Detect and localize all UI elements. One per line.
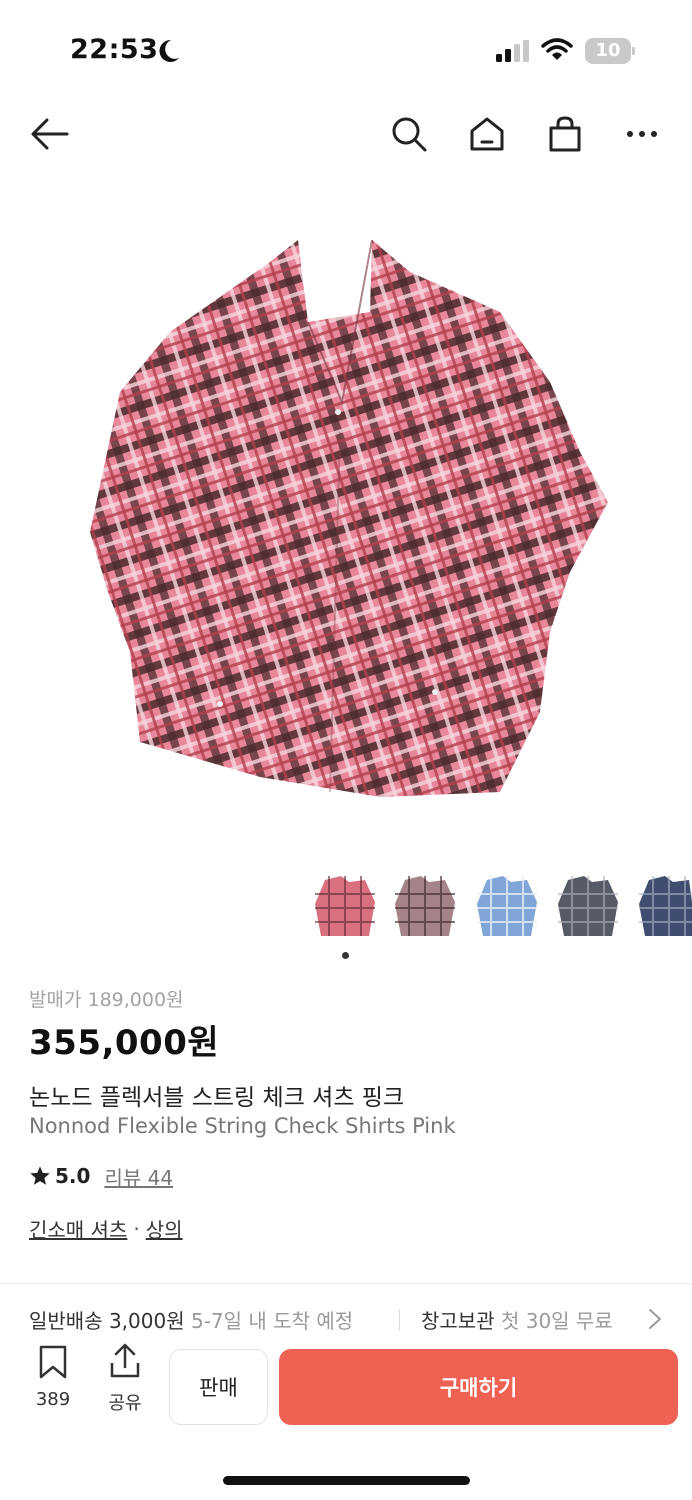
review-count-link[interactable]: 리뷰 44	[104, 1162, 173, 1191]
home-button[interactable]	[465, 112, 509, 156]
product-name-korean: 논노드 플렉서블 스트링 체크 셔츠 핑크	[29, 1085, 405, 1111]
category-link-long-sleeve-shirts[interactable]: 긴소매 셔츠	[29, 1214, 127, 1243]
warehouse-storage-note: 첫 30일 무료	[500, 1309, 613, 1333]
thumbnail-black[interactable]	[556, 874, 620, 942]
buy-button[interactable]: 구매하기	[279, 1349, 678, 1425]
chevron-right-icon	[649, 1309, 661, 1329]
search-button[interactable]	[387, 112, 431, 156]
search-icon	[392, 117, 427, 152]
carousel-indicator	[342, 952, 349, 959]
release-price: 발매가 189,000원	[29, 989, 184, 1011]
back-arrow-icon	[31, 118, 69, 150]
product-name-english: Nonnod Flexible String Check Shirts Pink	[29, 1114, 456, 1138]
thumbnail-blue[interactable]	[475, 874, 539, 942]
battery-indicator: 10	[585, 38, 635, 64]
bookmark-button[interactable]: 389	[28, 1343, 78, 1415]
more-icon	[627, 131, 657, 137]
signal-icon	[496, 40, 529, 62]
thumbnail-navy[interactable]	[637, 874, 692, 942]
share-label: 공유	[108, 1393, 142, 1414]
battery-level: 10	[595, 40, 621, 61]
cart-button[interactable]	[543, 112, 587, 156]
home-icon	[470, 117, 504, 151]
status-bar: 22:53 10	[0, 0, 692, 100]
shopping-bag-icon	[549, 116, 581, 152]
shipping-info-row[interactable]: 일반배송 3,000원 5-7일 내 도착 예정 창고보관 첫 30일 무료	[29, 1305, 692, 1335]
thumbnail-brown[interactable]	[393, 874, 457, 942]
thumbnail-pink[interactable]	[313, 874, 377, 942]
category-link-tops[interactable]: 상의	[146, 1214, 183, 1243]
rating-row: 5.0 리뷰 44	[29, 1162, 173, 1190]
product-image[interactable]	[80, 232, 610, 802]
rating-value: 5.0	[55, 1164, 91, 1188]
share-icon	[110, 1343, 140, 1378]
normal-delivery-label: 일반배송 3,000원	[29, 1309, 185, 1333]
category-separator: ·	[133, 1216, 140, 1241]
category-breadcrumb: 긴소매 셔츠 · 상의	[29, 1214, 183, 1243]
bookmark-count: 389	[35, 1389, 71, 1410]
clock-time: 22:53	[70, 34, 159, 65]
bookmark-icon	[39, 1345, 67, 1379]
moon-icon	[159, 39, 179, 62]
normal-delivery-eta: 5-7일 내 도착 예정	[190, 1309, 354, 1333]
back-button[interactable]	[27, 112, 71, 156]
wifi-icon	[541, 38, 573, 60]
shipping-separator	[399, 1309, 400, 1331]
more-button[interactable]	[620, 112, 664, 156]
sell-button[interactable]: 판매	[169, 1349, 268, 1425]
home-indicator[interactable]	[223, 1476, 470, 1485]
share-button[interactable]: 공유	[100, 1343, 150, 1415]
current-price: 355,000원	[29, 1023, 220, 1063]
warehouse-storage-label: 창고보관	[421, 1309, 495, 1333]
section-divider	[0, 1283, 692, 1284]
star-icon	[30, 1166, 50, 1185]
